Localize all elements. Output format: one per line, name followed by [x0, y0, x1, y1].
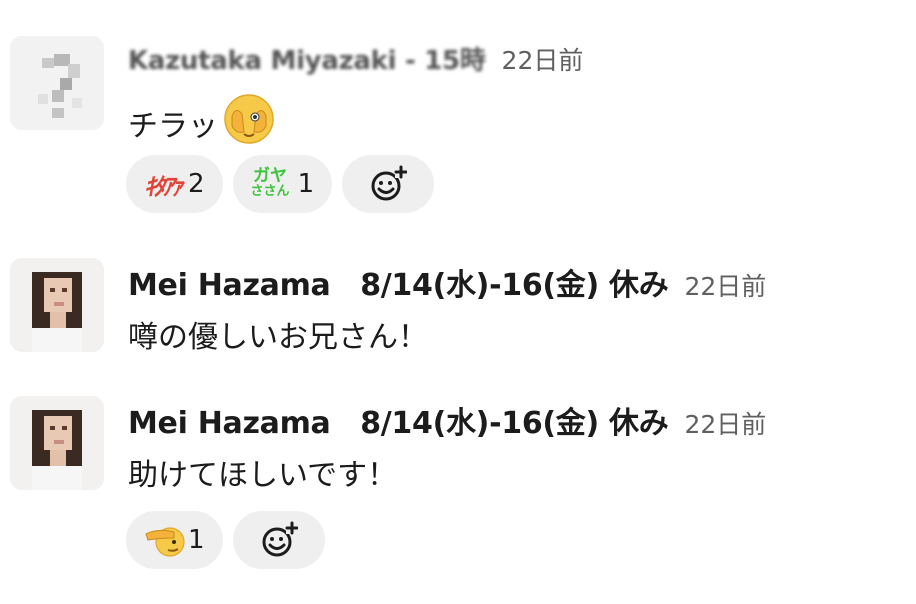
face-peeking-eye-emoji	[222, 92, 276, 154]
reaction-gaya[interactable]: ガヤ ささん 1	[232, 155, 333, 213]
reaction-count: 1	[188, 525, 205, 555]
author-name[interactable]: Kazutaka Miyazaki - 15時	[128, 40, 486, 77]
message-text: チラッ	[128, 92, 276, 154]
message-text: 噂の優しいお兄さん！	[128, 312, 428, 356]
reaction-kitaaa[interactable]: ｷﾀｱｧ 2	[126, 155, 223, 213]
avatar[interactable]	[10, 36, 104, 130]
message-text: 助けてほしいです！	[128, 450, 397, 494]
gaya-label-bottom: ささん	[250, 184, 290, 199]
add-reaction-button[interactable]	[342, 155, 435, 213]
timestamp[interactable]: 22日前	[502, 41, 584, 77]
gaya-custom-emoji: ガヤ ささん	[251, 168, 290, 200]
reaction-bar: ｷﾀｱｧ 2 ガヤ ささん 1	[126, 155, 435, 213]
reaction-bar: 1	[126, 511, 325, 569]
default-avatar-icon	[10, 36, 104, 130]
timestamp[interactable]: 22日前	[684, 405, 766, 441]
avatar[interactable]	[10, 396, 104, 490]
avatar[interactable]	[10, 258, 104, 352]
reaction-count: 1	[297, 169, 315, 199]
saluting-face-emoji	[145, 527, 185, 557]
author-name[interactable]: Mei Hazama 8/14(水)-16(金) 休み	[128, 260, 669, 304]
message-body: 噂の優しいお兄さん！	[128, 320, 428, 355]
kitaaa-custom-emoji: ｷﾀｱｧ	[144, 172, 183, 201]
reaction-count: 2	[188, 169, 205, 199]
add-reaction-icon	[371, 165, 408, 201]
message-body: 助けてほしいです！	[128, 458, 398, 493]
add-reaction-button[interactable]	[232, 511, 325, 569]
user-photo-avatar	[10, 258, 104, 352]
add-reaction-icon	[262, 521, 298, 557]
user-photo-avatar	[10, 396, 104, 490]
gaya-label-top: ガヤ	[253, 166, 288, 186]
timestamp[interactable]: 22日前	[684, 267, 766, 303]
reaction-saluting-face[interactable]: 1	[126, 511, 223, 569]
message-body: チラッ	[128, 109, 218, 144]
author-name[interactable]: Mei Hazama 8/14(水)-16(金) 休み	[128, 398, 669, 442]
